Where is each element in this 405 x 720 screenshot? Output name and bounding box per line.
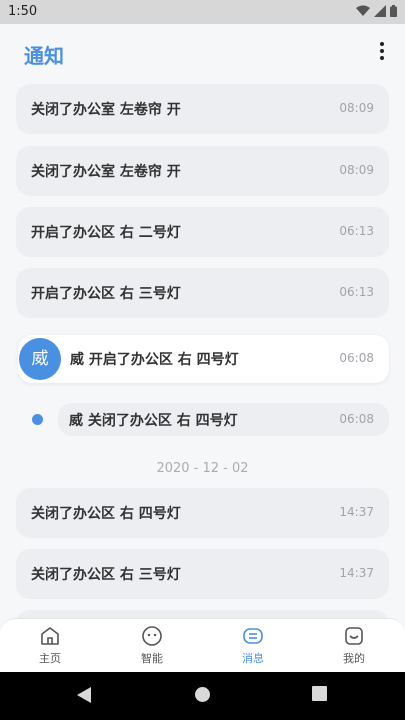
notification-text: 关闭了办公区 右 三号灯 [31,567,181,583]
tab-label: 智能 [141,652,163,665]
tab-label: 主页 [39,652,61,665]
notification-text: 威 关闭了办公区 右 四号灯 [69,413,238,429]
home-button-icon[interactable] [194,686,211,703]
notification-item[interactable]: 开启了办公区 右 二号灯 06:13 [16,207,389,257]
tab-home[interactable]: 主页 [20,625,80,666]
back-icon[interactable] [76,686,92,704]
notification-text: 威 开启了办公区 右 四号灯 [70,352,239,368]
notification-time: 06:08 [339,351,374,365]
notification-item[interactable]: 开启了办公区 右 三号灯 06:13 [16,268,389,318]
notification-text: 开启了办公区 右 三号灯 [31,286,181,302]
notification-time: 14:37 [339,566,374,580]
notification-item[interactable]: 关闭了办公区 右 三号灯 14:37 [16,549,389,599]
tab-profile[interactable]: 我的 [324,625,384,666]
notification-time: 14:37 [339,505,374,519]
tab-label: 消息 [242,652,264,665]
more-vert-icon[interactable] [377,42,387,64]
battery-icon [390,5,397,17]
unread-dot-icon [32,414,43,425]
recents-icon[interactable] [312,686,327,701]
notification-time: 06:13 [339,224,374,238]
tab-smart[interactable]: 智能 [122,625,182,666]
status-icons [356,5,397,17]
date-separator: 2020 - 12 - 02 [156,461,249,476]
notification-item-unread[interactable]: 威 关闭了办公区 右 四号灯 06:08 [58,403,389,436]
notification-item-user[interactable]: 威 开启了办公区 右 四号灯 06:08 [18,335,389,383]
system-nav-bar [0,672,405,720]
wifi-icon [356,5,370,16]
notification-time: 06:13 [339,285,374,299]
notification-list[interactable]: 关闭了办公室 左卷帘 开 08:09 关闭了办公室 左卷帘 开 08:09 开启… [0,80,405,625]
notification-item[interactable]: 关闭了办公室 左卷帘 开 08:09 [16,84,389,134]
tab-label: 我的 [343,652,365,665]
app-header: 通知 [0,24,405,80]
message-icon [243,628,263,644]
notification-text: 关闭了办公室 左卷帘 开 [31,102,181,118]
tab-messages[interactable]: 消息 [223,625,283,666]
status-time: 1:50 [8,4,38,19]
signal-icon [374,5,386,17]
notification-item[interactable]: 关闭了办公区 右 四号灯 14:37 [16,488,389,538]
notification-time: 08:09 [339,163,374,177]
avatar[interactable]: 威 [19,338,61,380]
notification-text: 关闭了办公区 右 四号灯 [31,506,181,522]
page-title: 通知 [24,44,64,68]
notification-time: 06:08 [339,412,374,426]
status-bar: 1:50 [0,0,405,24]
home-icon [41,627,59,645]
bottom-tab-bar: 主页 智能 消息 我的 [0,618,405,672]
notification-time: 08:09 [339,101,374,115]
smart-face-icon [142,626,162,646]
notification-text: 关闭了办公室 左卷帘 开 [31,164,181,180]
notification-item[interactable]: 关闭了办公室 左卷帘 开 08:09 [16,146,389,196]
profile-icon [345,627,363,645]
notification-text: 开启了办公区 右 二号灯 [31,225,181,241]
